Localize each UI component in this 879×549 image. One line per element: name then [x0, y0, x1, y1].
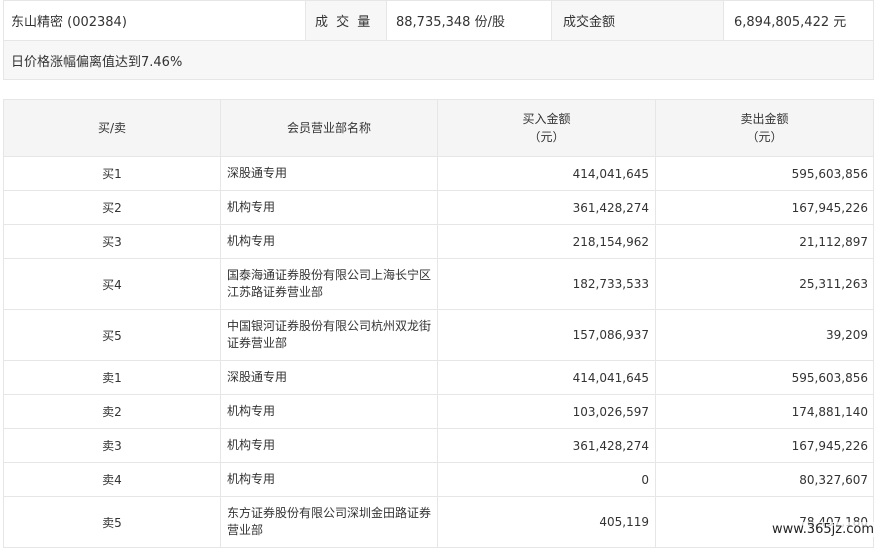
row-sell: 174,881,140 — [655, 394, 874, 429]
row-buy: 0 — [437, 462, 656, 497]
row-sell: 595,603,856 — [655, 156, 874, 191]
header-sell: 卖出金额 （元） — [655, 99, 874, 157]
row-side: 买1 — [3, 156, 221, 191]
header-buy: 买入金额 （元） — [437, 99, 656, 157]
row-sell: 167,945,226 — [655, 428, 874, 463]
row-name: 中国银河证券股份有限公司杭州双龙街证券营业部 — [220, 309, 438, 361]
row-name: 国泰海通证券股份有限公司上海长宁区江苏路证券营业部 — [220, 258, 438, 310]
header-sell-label: 卖出金额 — [740, 112, 789, 126]
stock-name: 东山精密 (002384) — [3, 0, 306, 41]
row-side: 买3 — [3, 224, 221, 259]
volume-value: 88,735,348 份/股 — [386, 0, 552, 41]
table-header-row: 买/卖 会员营业部名称 买入金额 （元） 卖出金额 （元） — [3, 99, 874, 157]
row-name: 深股通专用 — [220, 360, 438, 395]
deviation-note: 日价格涨幅偏离值达到7.46% — [3, 40, 874, 80]
table-row: 买1 深股通专用 414,041,645 595,603,856 — [3, 156, 874, 191]
table-row: 卖4 机构专用 0 80,327,607 — [3, 462, 874, 497]
row-name: 东方证券股份有限公司深圳金田路证券营业部 — [220, 496, 438, 548]
row-name: 机构专用 — [220, 394, 438, 429]
row-name: 深股通专用 — [220, 156, 438, 191]
table-row: 买3 机构专用 218,154,962 21,112,897 — [3, 224, 874, 259]
header-name: 会员营业部名称 — [220, 99, 438, 157]
row-name: 机构专用 — [220, 190, 438, 225]
row-side: 买2 — [3, 190, 221, 225]
table-row: 买2 机构专用 361,428,274 167,945,226 — [3, 190, 874, 225]
row-sell: 80,327,607 — [655, 462, 874, 497]
header-buy-label: 买入金额 — [522, 112, 571, 126]
row-name: 机构专用 — [220, 462, 438, 497]
row-name: 机构专用 — [220, 428, 438, 463]
amount-label: 成交金额 — [551, 0, 724, 41]
row-buy: 157,086,937 — [437, 309, 656, 361]
site-watermark: www.365jz.com — [770, 522, 876, 537]
broker-table: 买/卖 会员营业部名称 买入金额 （元） 卖出金额 （元） 买1 深股通专用 414… — [3, 99, 874, 548]
table-row: 卖1 深股通专用 414,041,645 595,603,856 — [3, 360, 874, 395]
table-row: 卖3 机构专用 361,428,274 167,945,226 — [3, 428, 874, 463]
row-sell: 39,209 — [655, 309, 874, 361]
row-buy: 218,154,962 — [437, 224, 656, 259]
row-buy: 182,733,533 — [437, 258, 656, 310]
row-side: 买4 — [3, 258, 221, 310]
row-side: 卖5 — [3, 496, 221, 548]
row-buy: 103,026,597 — [437, 394, 656, 429]
volume-label: 成 交 量 — [305, 0, 387, 41]
row-buy: 361,428,274 — [437, 190, 656, 225]
row-side: 买5 — [3, 309, 221, 361]
table-row: 买5 中国银河证券股份有限公司杭州双龙街证券营业部 157,086,937 39… — [3, 309, 874, 361]
table-row: 买4 国泰海通证券股份有限公司上海长宁区江苏路证券营业部 182,733,533… — [3, 258, 874, 310]
row-sell: 167,945,226 — [655, 190, 874, 225]
row-buy: 361,428,274 — [437, 428, 656, 463]
row-sell: 25,311,263 — [655, 258, 874, 310]
header-sell-unit: （元） — [746, 130, 783, 144]
table-row: 卖2 机构专用 103,026,597 174,881,140 — [3, 394, 874, 429]
stock-info-table: 东山精密 (002384) 成 交 量 88,735,348 份/股 成交金额 … — [3, 0, 874, 80]
row-side: 卖3 — [3, 428, 221, 463]
row-sell: 595,603,856 — [655, 360, 874, 395]
amount-value: 6,894,805,422 元 — [723, 0, 874, 41]
row-sell: 21,112,897 — [655, 224, 874, 259]
row-buy: 405,119 — [437, 496, 656, 548]
row-buy: 414,041,645 — [437, 360, 656, 395]
table-row: 卖5 东方证券股份有限公司深圳金田路证券营业部 405,119 78,407,1… — [3, 496, 874, 548]
row-side: 卖1 — [3, 360, 221, 395]
header-side: 买/卖 — [3, 99, 221, 157]
header-buy-unit: （元） — [528, 130, 565, 144]
row-side: 卖2 — [3, 394, 221, 429]
row-buy: 414,041,645 — [437, 156, 656, 191]
row-name: 机构专用 — [220, 224, 438, 259]
row-side: 卖4 — [3, 462, 221, 497]
